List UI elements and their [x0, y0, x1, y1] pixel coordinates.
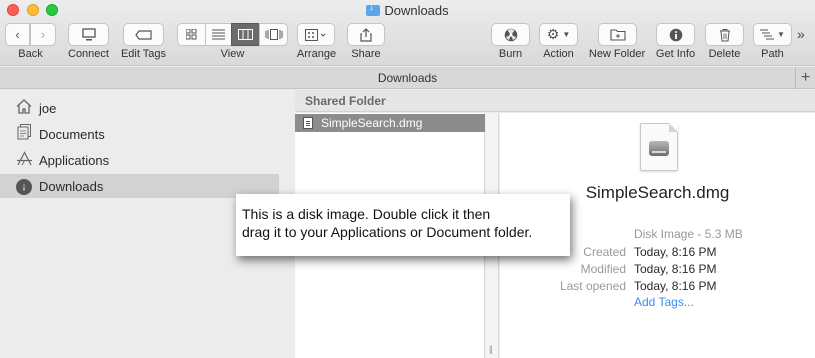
- meta-row-modified: Modified Today, 8:16 PM: [500, 262, 815, 279]
- arrange-grid-icon: [305, 28, 326, 41]
- delete-label: Delete: [708, 48, 741, 60]
- gear-icon: ⚙: [546, 26, 560, 42]
- burn-label: Burn: [498, 48, 523, 60]
- meta-key: Created: [583, 245, 626, 259]
- tag-icon: [134, 29, 152, 40]
- meta-key: Last opened: [559, 279, 626, 293]
- meta-key: Modified: [580, 262, 626, 276]
- radiation-icon: [504, 28, 517, 41]
- sidebar-item-documents[interactable]: Documents: [0, 122, 279, 146]
- sidebar-item-label: Downloads: [39, 178, 104, 194]
- cover-flow-icon: [265, 29, 282, 40]
- chevron-left-icon: ‹: [15, 27, 20, 42]
- meta-value: Today, 8:16 PM: [634, 279, 717, 293]
- edit-tags-label: Edit Tags: [120, 48, 167, 60]
- share-button[interactable]: [347, 23, 385, 46]
- meta-value: Today, 8:16 PM: [634, 245, 717, 259]
- arrange-label: Arrange: [296, 48, 337, 60]
- path-label: Path: [761, 48, 784, 60]
- toolbar: Downloads ‹ › Back Connect Edit Tags Vie…: [0, 0, 815, 66]
- forward-button[interactable]: ›: [30, 23, 56, 46]
- path-icon: [760, 29, 775, 40]
- file-row-selected[interactable]: SimpleSearch.dmg: [295, 114, 485, 132]
- callout-line-1: This is a disk image. Double click it th…: [242, 206, 491, 222]
- sidebar-item-label: joe: [39, 100, 57, 116]
- path-bar-title: Downloads: [377, 71, 438, 85]
- sidebar-item-label: Documents: [39, 126, 105, 142]
- file-name: SimpleSearch.dmg: [321, 116, 423, 130]
- view-coverflow-mode-button[interactable]: [259, 23, 288, 46]
- action-button[interactable]: ⚙ ▼: [539, 23, 578, 46]
- column-resize-handle[interactable]: ||: [489, 344, 493, 354]
- add-tags-link[interactable]: Add Tags...: [634, 295, 694, 309]
- share-icon: [360, 27, 372, 42]
- trash-icon: [719, 28, 730, 41]
- share-label: Share: [351, 48, 381, 60]
- back-button[interactable]: ‹: [5, 23, 30, 46]
- applications-icon: [14, 150, 34, 170]
- connect-button[interactable]: [68, 23, 109, 46]
- delete-button[interactable]: [705, 23, 744, 46]
- instruction-callout: This is a disk image. Double click it th…: [236, 194, 570, 256]
- home-icon: [14, 98, 34, 118]
- add-tab-button[interactable]: +: [795, 67, 815, 89]
- disk-image-icon: [640, 123, 678, 171]
- action-label: Action: [543, 48, 574, 60]
- info-icon: [669, 28, 682, 41]
- path-bar: Downloads +: [0, 67, 815, 89]
- get-info-label: Get Info: [655, 48, 696, 60]
- monitor-icon: [81, 27, 96, 40]
- sidebar-item-applications[interactable]: Applications: [0, 148, 279, 172]
- connect-label: Connect: [68, 48, 109, 60]
- path-button[interactable]: ▼: [753, 23, 792, 46]
- window-title: Downloads: [0, 2, 815, 18]
- window-title-text: Downloads: [384, 3, 449, 18]
- callout-line-2: drag it to your Applications or Document…: [242, 224, 533, 240]
- list-icon: [212, 29, 225, 40]
- edit-tags-button[interactable]: [123, 23, 164, 46]
- document-icon: [303, 117, 313, 129]
- new-folder-icon: [609, 29, 626, 41]
- chevron-down-icon: ▼: [562, 30, 571, 39]
- columns-icon: [238, 29, 253, 40]
- view-column-mode-button[interactable]: [231, 23, 260, 46]
- view-icon-mode-button[interactable]: [177, 23, 206, 46]
- sidebar-item-label: Applications: [39, 152, 110, 168]
- new-folder-button[interactable]: [598, 23, 637, 46]
- documents-icon: [14, 124, 34, 144]
- view-list-mode-button[interactable]: [205, 23, 232, 46]
- get-info-button[interactable]: [656, 23, 695, 46]
- view-label: View: [220, 48, 245, 60]
- arrange-button[interactable]: [297, 23, 335, 46]
- chevron-down-icon: ▼: [777, 30, 785, 39]
- section-header: Shared Folder: [295, 90, 815, 112]
- new-folder-label: New Folder: [588, 48, 646, 60]
- downloads-icon: ↓: [14, 177, 34, 195]
- back-label: Back: [18, 48, 43, 60]
- preview-kind: Disk Image - 5.3 MB: [634, 227, 743, 241]
- icon-grid-icon: [186, 29, 197, 40]
- downloads-folder-icon: [366, 2, 381, 16]
- chevron-right-icon: ›: [40, 27, 46, 42]
- meta-value: Today, 8:16 PM: [634, 262, 717, 276]
- burn-button[interactable]: [491, 23, 530, 46]
- meta-row-last-opened: Last opened Today, 8:16 PM: [500, 279, 815, 296]
- sidebar-item-joe[interactable]: joe: [0, 96, 279, 120]
- toolbar-overflow-button[interactable]: »: [797, 26, 805, 42]
